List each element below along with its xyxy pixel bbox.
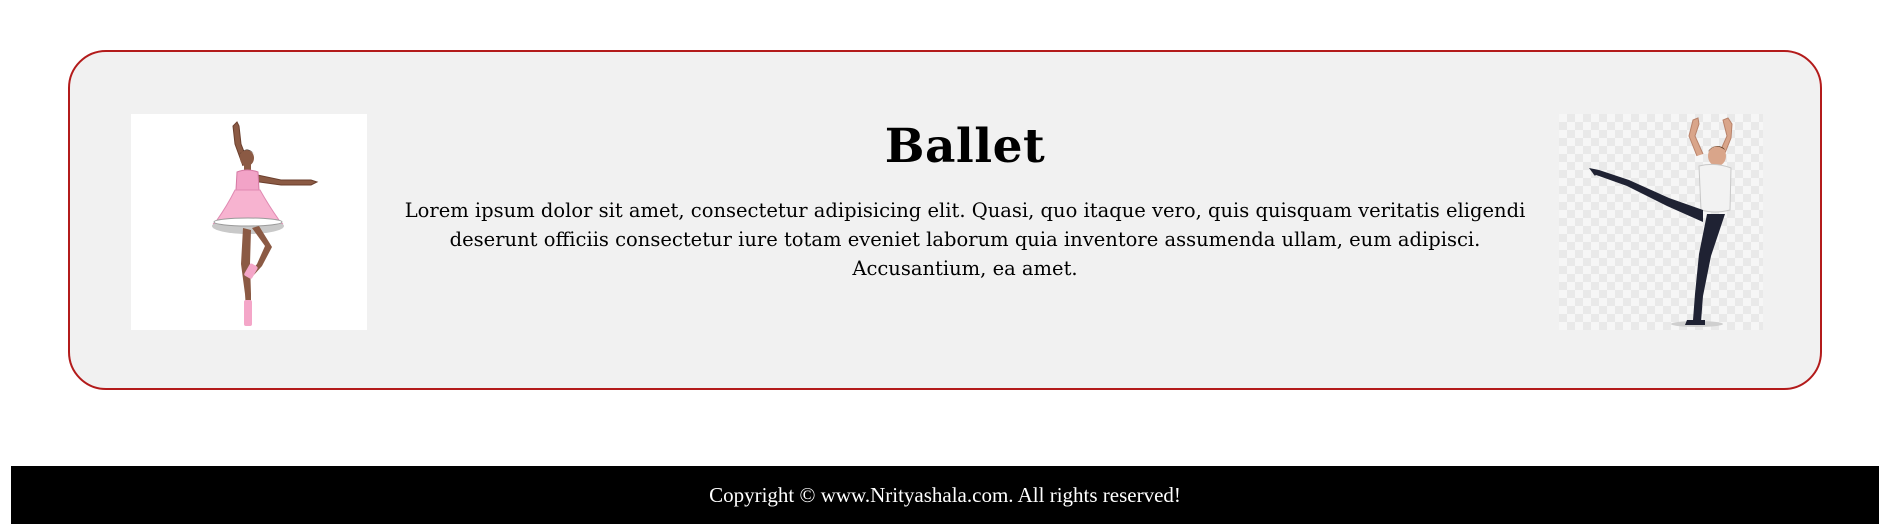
male-dancer-illustration — [1589, 117, 1733, 327]
male-ballet-dancer-image — [1559, 114, 1763, 330]
page: Ballet Lorem ipsum dolor sit amet, conse… — [0, 0, 1890, 524]
site-footer: Copyright © www.Nrityashala.com. All rig… — [11, 466, 1879, 524]
ballerina-image — [131, 114, 367, 330]
copyright-text: Copyright © www.Nrityashala.com. All rig… — [709, 483, 1181, 507]
ballet-description: Lorem ipsum dolor sit amet, consectetur … — [404, 199, 1526, 280]
page-title: Ballet — [884, 119, 1046, 174]
ballet-card: Ballet Lorem ipsum dolor sit amet, conse… — [68, 50, 1822, 390]
ballerina-illustration — [212, 121, 319, 326]
